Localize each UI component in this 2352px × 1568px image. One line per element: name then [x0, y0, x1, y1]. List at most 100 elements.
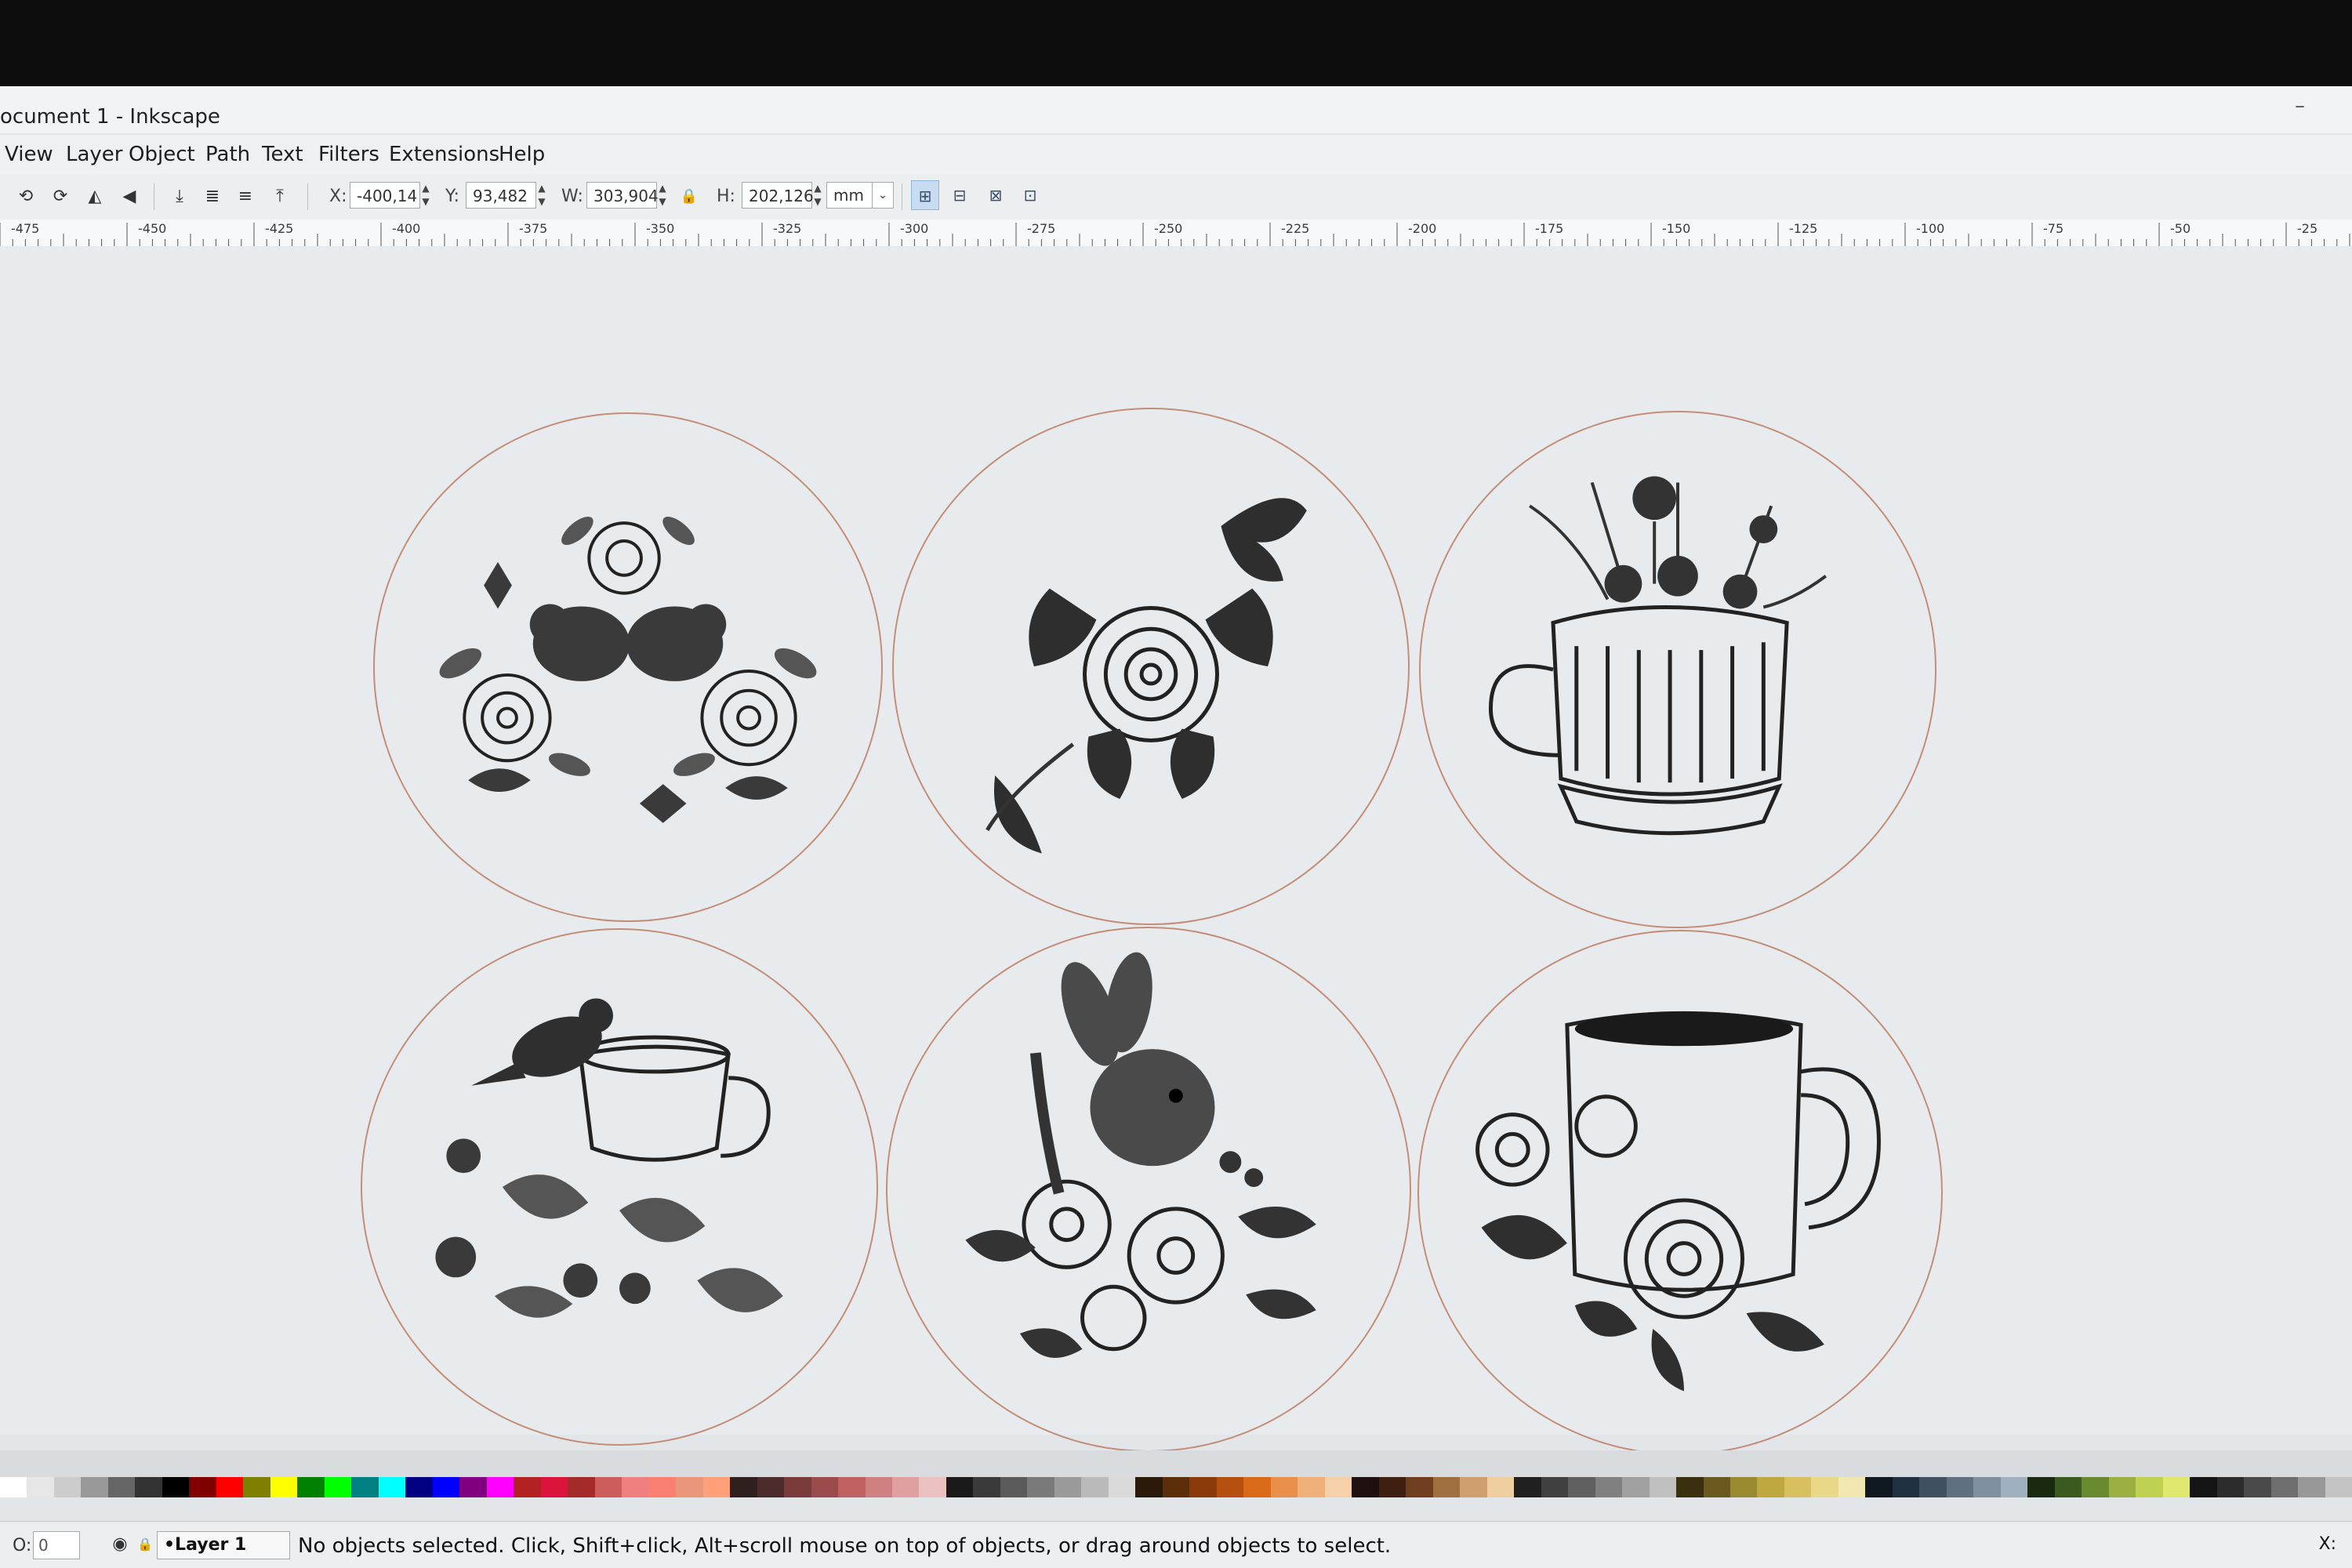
menu-extensions[interactable]: Extensions	[389, 143, 499, 166]
menu-filters[interactable]: Filters	[318, 143, 379, 166]
palette-swatch[interactable]	[2190, 1477, 2217, 1497]
palette-swatch[interactable]	[784, 1477, 811, 1497]
raise-icon[interactable]: ≡	[235, 187, 256, 207]
palette-swatch[interactable]	[1703, 1477, 1730, 1497]
lock-icon[interactable]: 🔒	[135, 1534, 155, 1555]
scale-stroke-toggle[interactable]: ⊞	[911, 180, 939, 210]
menu-help[interactable]: Help	[499, 143, 545, 166]
palette-swatch[interactable]	[1324, 1477, 1352, 1497]
palette-swatch[interactable]	[1162, 1477, 1190, 1497]
palette-swatch[interactable]	[891, 1477, 920, 1497]
palette-swatch[interactable]	[811, 1477, 839, 1497]
palette-swatch[interactable]	[1676, 1477, 1704, 1497]
palette-swatch[interactable]	[1243, 1477, 1271, 1497]
palette-swatch[interactable]	[297, 1477, 325, 1497]
palette-swatch[interactable]	[2136, 1477, 2163, 1497]
palette-swatch[interactable]	[2298, 1477, 2325, 1497]
palette-swatch[interactable]	[1757, 1477, 1784, 1497]
palette-swatch[interactable]	[2162, 1477, 2190, 1497]
palette-swatch[interactable]	[757, 1477, 785, 1497]
palette-swatch[interactable]	[405, 1477, 433, 1497]
flip-vertical-icon[interactable]: ◀	[119, 187, 140, 207]
palette-swatch[interactable]	[1432, 1477, 1461, 1497]
y-field[interactable]: 93,482	[466, 182, 536, 209]
palette-swatch[interactable]	[1568, 1477, 1595, 1497]
palette-swatch[interactable]	[324, 1477, 352, 1497]
raise-to-top-icon[interactable]: ⤒	[270, 187, 290, 207]
palette-swatch[interactable]	[1622, 1477, 1650, 1497]
palette-swatch[interactable]	[107, 1477, 136, 1497]
menu-text[interactable]: Text	[262, 143, 303, 166]
palette-swatch[interactable]	[1298, 1477, 1325, 1497]
palette-swatch[interactable]	[540, 1477, 568, 1497]
eye-icon[interactable]: ◉	[110, 1534, 130, 1555]
x-field[interactable]: -400,14	[350, 182, 420, 209]
palette-swatch[interactable]	[1784, 1477, 1812, 1497]
palette-swatch[interactable]	[514, 1477, 541, 1497]
w-spinner[interactable]: ▲ ▼	[657, 182, 668, 209]
flip-horizontal-icon[interactable]: ◭	[85, 187, 105, 207]
palette-swatch[interactable]	[730, 1477, 757, 1497]
drawing-canvas[interactable]	[0, 246, 2352, 1455]
palette-swatch[interactable]	[1406, 1477, 1433, 1497]
h-field[interactable]: 202,126	[742, 182, 814, 209]
move-patterns-toggle[interactable]: ⊡	[1016, 180, 1044, 210]
palette-swatch[interactable]	[1892, 1477, 1920, 1497]
menu-object[interactable]: Object	[129, 143, 195, 166]
coaster-goldfinch-teacup[interactable]	[361, 928, 878, 1446]
palette-swatch[interactable]	[865, 1477, 892, 1497]
palette-swatch[interactable]	[676, 1477, 703, 1497]
palette-swatch[interactable]	[1189, 1477, 1217, 1497]
w-field[interactable]: 303,904	[586, 182, 659, 209]
minimize-button[interactable]: –	[2295, 94, 2305, 118]
palette-swatch[interactable]	[2054, 1477, 2082, 1497]
palette-swatch[interactable]	[1973, 1477, 2001, 1497]
palette-swatch[interactable]	[162, 1477, 190, 1497]
rotate-ccw-icon[interactable]: ⟲	[16, 187, 36, 207]
palette-swatch[interactable]	[1460, 1477, 1487, 1497]
lock-icon[interactable]: 🔒	[679, 187, 699, 207]
palette-swatch[interactable]	[838, 1477, 866, 1497]
palette-swatch[interactable]	[648, 1477, 677, 1497]
scale-corners-toggle[interactable]: ⊟	[946, 180, 974, 210]
palette-swatch[interactable]	[1216, 1477, 1244, 1497]
palette-swatch[interactable]	[1541, 1477, 1569, 1497]
palette-swatch[interactable]	[2082, 1477, 2109, 1497]
opacity-field[interactable]: 0	[33, 1531, 80, 1559]
palette-swatch[interactable]	[432, 1477, 460, 1497]
palette-swatch[interactable]	[135, 1477, 162, 1497]
palette-swatch[interactable]	[270, 1477, 298, 1497]
y-spinner[interactable]: ▲ ▼	[536, 182, 547, 209]
coaster-rose-butterfly[interactable]	[892, 408, 1410, 925]
palette-swatch[interactable]	[1108, 1477, 1136, 1497]
palette-swatch[interactable]	[2244, 1477, 2271, 1497]
coaster-rabbit-flowers[interactable]	[886, 927, 1411, 1452]
palette-swatch[interactable]	[702, 1477, 731, 1497]
rotate-cw-icon[interactable]: ⟳	[50, 187, 71, 207]
lower-icon[interactable]: ≣	[202, 187, 223, 207]
palette-swatch[interactable]	[81, 1477, 108, 1497]
palette-swatch[interactable]	[973, 1477, 1000, 1497]
palette-swatch[interactable]	[2027, 1477, 2055, 1497]
palette-swatch[interactable]	[189, 1477, 216, 1497]
palette-swatch[interactable]	[27, 1477, 54, 1497]
palette-swatch[interactable]	[1054, 1477, 1082, 1497]
palette-swatch[interactable]	[1595, 1477, 1623, 1497]
palette-swatch[interactable]	[1486, 1477, 1515, 1497]
palette-swatch[interactable]	[351, 1477, 379, 1497]
x-spinner[interactable]: ▲ ▼	[420, 182, 431, 209]
menu-layer[interactable]: Layer	[66, 143, 123, 166]
coaster-birds-roses[interactable]	[373, 412, 883, 922]
palette-swatch[interactable]	[1865, 1477, 1893, 1497]
layer-selector[interactable]: •Layer 1	[157, 1531, 290, 1559]
palette-swatch[interactable]	[919, 1477, 946, 1497]
coaster-teacup-wildflowers[interactable]	[1419, 411, 1936, 928]
palette-swatch[interactable]	[1378, 1477, 1406, 1497]
menu-path[interactable]: Path	[205, 143, 250, 166]
palette-swatch[interactable]	[1649, 1477, 1677, 1497]
palette-swatch[interactable]	[243, 1477, 270, 1497]
palette-swatch[interactable]	[1919, 1477, 1947, 1497]
palette-swatch[interactable]	[1838, 1477, 1866, 1497]
palette-swatch[interactable]	[2325, 1477, 2352, 1497]
palette-swatch[interactable]	[2216, 1477, 2245, 1497]
